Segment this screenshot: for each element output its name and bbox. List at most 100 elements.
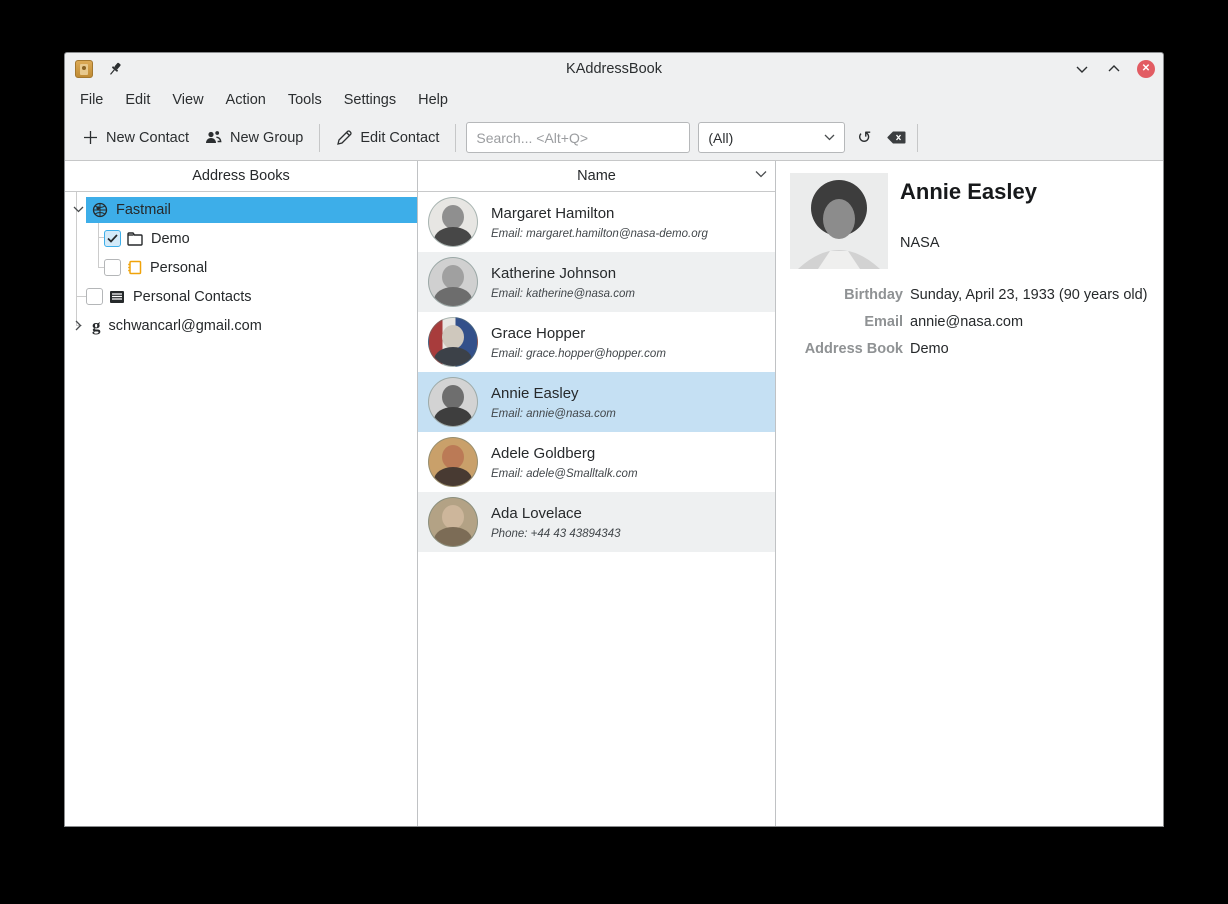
google-icon: g: [92, 316, 101, 336]
pencil-icon: [336, 130, 352, 146]
toolbar-separator: [319, 124, 320, 152]
chevron-down-icon: [824, 134, 835, 141]
menu-help[interactable]: Help: [407, 88, 459, 112]
detail-field-birthday: Birthday Sunday, April 23, 1933 (90 year…: [790, 286, 1149, 304]
contact-avatar: [428, 197, 478, 247]
address-books-tree: Fastmail Demo: [65, 192, 417, 340]
name-header-label: Name: [577, 168, 616, 184]
contact-avatar: [428, 317, 478, 367]
contact-avatar: [428, 497, 478, 547]
new-contact-label: New Contact: [106, 130, 189, 146]
field-label: Email: [790, 313, 903, 331]
menu-tools[interactable]: Tools: [277, 88, 333, 112]
contact-detail: Email: grace.hopper@hopper.com: [491, 348, 666, 360]
contact-name: Katherine Johnson: [491, 265, 635, 282]
sidebar-item-label: Fastmail: [116, 202, 171, 218]
contact-detail: Email: margaret.hamilton@nasa-demo.org: [491, 228, 708, 240]
field-label: Address Book: [790, 340, 903, 358]
menu-edit[interactable]: Edit: [114, 88, 161, 112]
contact-detail: Email: adele@Smalltalk.com: [491, 468, 638, 480]
contact-detail: Email: katherine@nasa.com: [491, 288, 635, 300]
titlebar[interactable]: KAddressBook ✕: [65, 53, 1163, 85]
close-button[interactable]: ✕: [1137, 60, 1155, 78]
contact-avatar: [428, 257, 478, 307]
personal-checkbox[interactable]: [104, 259, 121, 276]
contact-detail: Email: annie@nasa.com: [491, 408, 616, 420]
sidebar-item-fastmail[interactable]: Fastmail: [65, 195, 417, 224]
minimize-button[interactable]: [1073, 60, 1091, 78]
contact-row-adele-goldberg[interactable]: Adele Goldberg Email: adele@Smalltalk.co…: [418, 432, 775, 492]
group-icon: [205, 130, 222, 145]
main-content: Address Books Fastmail: [65, 161, 1163, 826]
new-group-button[interactable]: New Group: [197, 124, 311, 152]
contact-detail: Phone: +44 43 43894343: [491, 528, 621, 540]
field-value: annie@nasa.com: [910, 313, 1023, 331]
undo-icon: ↺: [857, 129, 871, 146]
toolbar-separator: [455, 124, 456, 152]
sidebar-item-label: Personal: [150, 260, 207, 276]
sidebar-item-label: Demo: [151, 231, 190, 247]
toolbar: New Contact New Group Edit Contact (All)…: [65, 115, 1163, 161]
contact-detail-panel: Annie Easley NASA Birthday Sunday, April…: [776, 161, 1163, 826]
contact-name: Ada Lovelace: [491, 505, 621, 522]
folder-icon: [127, 232, 143, 246]
detail-organization: NASA: [900, 235, 1037, 251]
menu-action[interactable]: Action: [215, 88, 277, 112]
undo-search-button[interactable]: ↺: [851, 125, 877, 151]
field-value: Sunday, April 23, 1933 (90 years old): [910, 286, 1148, 304]
sidebar-item-label: schwancarl@gmail.com: [109, 318, 262, 334]
clear-search-button[interactable]: [883, 125, 909, 151]
category-filter-dropdown[interactable]: (All): [698, 122, 845, 153]
menu-file[interactable]: File: [69, 88, 114, 112]
menubar: File Edit View Action Tools Settings Hel…: [65, 85, 1163, 115]
address-books-panel: Address Books Fastmail: [65, 161, 418, 826]
search-input[interactable]: [466, 122, 690, 153]
address-books-header[interactable]: Address Books: [65, 161, 417, 192]
personal-contacts-checkbox[interactable]: [86, 288, 103, 305]
contact-list-panel: Name Margaret Hamilton Email: margaret.h…: [418, 161, 776, 826]
maximize-button[interactable]: [1105, 60, 1123, 78]
contacts-list-icon: [109, 290, 125, 304]
contact-name: Margaret Hamilton: [491, 205, 708, 222]
filter-value: (All): [708, 130, 733, 146]
contact-name: Annie Easley: [491, 385, 616, 402]
edit-contact-label: Edit Contact: [360, 130, 439, 146]
clear-backspace-icon: [887, 131, 906, 144]
new-group-label: New Group: [230, 130, 303, 146]
contact-avatar: [428, 437, 478, 487]
contact-name: Adele Goldberg: [491, 445, 638, 462]
menu-settings[interactable]: Settings: [333, 88, 407, 112]
edit-contact-button[interactable]: Edit Contact: [328, 124, 447, 152]
contact-row-katherine-johnson[interactable]: Katherine Johnson Email: katherine@nasa.…: [418, 252, 775, 312]
contact-row-ada-lovelace[interactable]: Ada Lovelace Phone: +44 43 43894343: [418, 492, 775, 552]
sidebar-item-demo[interactable]: Demo: [65, 224, 417, 253]
field-value: Demo: [910, 340, 949, 358]
sidebar-item-label: Personal Contacts: [133, 289, 251, 305]
toolbar-separator: [917, 124, 918, 152]
notebook-icon: [127, 260, 142, 275]
sidebar-item-gmail-account[interactable]: g schwancarl@gmail.com: [65, 311, 417, 340]
menu-view[interactable]: View: [161, 88, 214, 112]
window-title: KAddressBook: [65, 61, 1163, 77]
demo-checkbox[interactable]: [104, 230, 121, 247]
expand-chevron-down-icon[interactable]: [70, 206, 86, 213]
sidebar-item-personal[interactable]: Personal: [65, 253, 417, 282]
detail-field-email: Email annie@nasa.com: [790, 313, 1149, 331]
globe-icon: [92, 202, 108, 218]
contact-row-margaret-hamilton[interactable]: Margaret Hamilton Email: margaret.hamilt…: [418, 192, 775, 252]
new-contact-button[interactable]: New Contact: [75, 124, 197, 152]
expand-chevron-right-icon[interactable]: [70, 320, 86, 331]
contact-avatar: [428, 377, 478, 427]
name-column-header[interactable]: Name: [418, 161, 775, 192]
sidebar-item-personal-contacts[interactable]: Personal Contacts: [65, 282, 417, 311]
detail-field-address-book: Address Book Demo: [790, 340, 1149, 358]
sort-chevron-down-icon: [755, 170, 767, 178]
contact-photo: [790, 173, 888, 269]
detail-contact-name: Annie Easley: [900, 179, 1037, 205]
plus-icon: [83, 130, 98, 145]
contact-row-grace-hopper[interactable]: Grace Hopper Email: grace.hopper@hopper.…: [418, 312, 775, 372]
contact-name: Grace Hopper: [491, 325, 666, 342]
detail-fields: Birthday Sunday, April 23, 1933 (90 year…: [790, 286, 1149, 358]
contact-row-annie-easley[interactable]: Annie Easley Email: annie@nasa.com: [418, 372, 775, 432]
kaddressbook-window: KAddressBook ✕ File Edit View Action Too…: [64, 52, 1164, 827]
